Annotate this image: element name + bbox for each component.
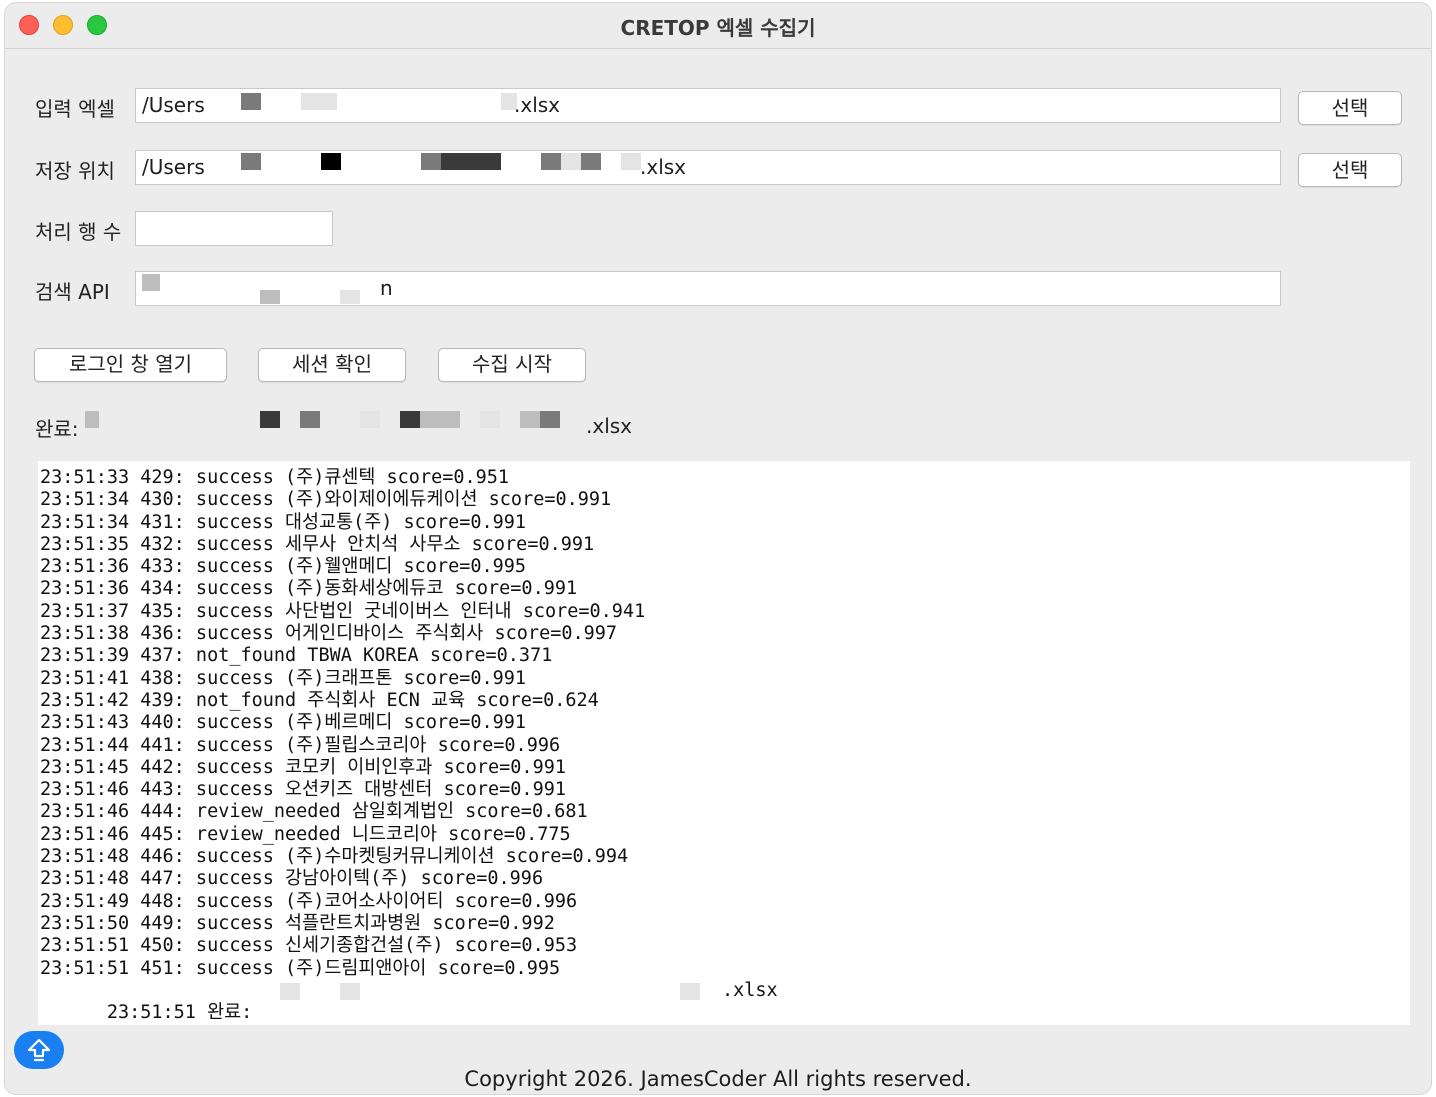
log-line: 23:51:46 443: success 오션키즈 대방센터 score=0.…	[40, 779, 566, 801]
arrow-up-icon	[27, 1038, 51, 1062]
redacted-block	[300, 411, 320, 428]
redacted-block	[241, 93, 261, 110]
log-line: 23:51:41 438: success (주)크래프톤 score=0.99…	[40, 667, 527, 689]
log-lines: 23:51:33 429: success (주)큐센텍 score=0.951…	[40, 467, 1410, 980]
redacted-block	[321, 153, 341, 170]
log-line: 23:51:38 436: success 어게인디바이스 주식회사 score…	[40, 623, 618, 645]
title-bar: CRETOP 엑셀 수집기	[5, 3, 1431, 49]
log-line: 23:51:46 445: review_needed 니드코리아 score=…	[40, 823, 571, 845]
redacted-block	[480, 411, 500, 428]
redacted-block	[420, 411, 460, 428]
status-label: 완료:	[35, 417, 79, 441]
redacted-block	[260, 290, 280, 304]
input-excel-path-end: .xlsx	[514, 93, 561, 117]
redacted-block	[540, 411, 560, 428]
log-line: 23:51:44 441: success (주)필립스코리아 score=0.…	[40, 734, 561, 756]
log-final-suffix: .xlsx	[722, 979, 778, 1001]
status-value-end: .xlsx	[586, 414, 633, 438]
log-line: 23:51:34 430: success (주)와이제이에듀케이션 score…	[40, 489, 612, 511]
log-line: 23:51:50 449: success 석플란트치과병원 score=0.9…	[40, 912, 555, 934]
redacted-block	[340, 290, 360, 304]
window-title: CRETOP 엑셀 수집기	[620, 16, 816, 40]
log-line: 23:51:51 451: success (주)드림피앤아이 score=0.…	[40, 957, 561, 979]
redacted-block	[280, 982, 300, 1000]
save-location-path-start: /Users	[142, 155, 205, 179]
search-api-value-end: n	[380, 276, 393, 300]
log-line: 23:51:36 433: success (주)웰앤메디 score=0.99…	[40, 556, 527, 578]
redacted-block	[680, 982, 700, 1000]
open-login-window-button[interactable]: 로그인 창 열기	[34, 348, 227, 382]
log-line: 23:51:39 437: not_found TBWA KOREA score…	[40, 645, 553, 667]
log-final-prefix: 23:51:51 완료:	[106, 1002, 253, 1024]
log-line: 23:51:51 450: success 신세기종합건설(주) score=0…	[40, 935, 578, 957]
save-location-field[interactable]: /Users .xlsx	[135, 150, 1281, 185]
redacted-block	[541, 153, 561, 170]
log-line: 23:51:35 432: success 세무사 안치석 사무소 score=…	[40, 533, 595, 555]
check-session-button[interactable]: 세션 확인	[258, 348, 406, 382]
save-location-path-end: .xlsx	[640, 155, 687, 179]
log-line: 23:51:48 446: success (주)수마켓팅커뮤니케이션 scor…	[40, 846, 629, 868]
input-excel-select-button[interactable]: 선택	[1298, 91, 1402, 125]
log-line: 23:51:37 435: success 사단법인 굿네이버스 인터내 sco…	[40, 600, 646, 622]
redacted-block	[301, 93, 337, 110]
redacted-block	[340, 982, 360, 1000]
redacted-block	[621, 153, 641, 170]
redacted-block	[260, 411, 280, 428]
log-line: 23:51:48 447: success 강남아이텍(주) score=0.9…	[40, 868, 544, 890]
redacted-block	[360, 411, 380, 428]
log-line: 23:51:45 442: success 코모키 이비인후과 score=0.…	[40, 756, 566, 778]
search-api-label: 검색 API	[35, 280, 110, 304]
redacted-block	[581, 153, 601, 170]
log-line: 23:51:49 448: success (주)코어소사이어티 score=0…	[40, 890, 578, 912]
redacted-block	[142, 274, 160, 291]
log-line: 23:51:36 434: success (주)동화세상에듀코 score=0…	[40, 578, 578, 600]
log-line: 23:51:34 431: success 대성교통(주) score=0.99…	[40, 511, 527, 533]
log-output[interactable]: 23:51:33 429: success (주)큐센텍 score=0.951…	[38, 461, 1410, 1025]
input-excel-path-start: /Users	[142, 93, 205, 117]
redacted-block	[85, 411, 99, 428]
save-location-select-button[interactable]: 선택	[1298, 153, 1402, 187]
footer-copyright: Copyright 2026. JamesCoder All rights re…	[464, 1067, 972, 1091]
input-excel-label: 입력 엑셀	[35, 97, 115, 121]
log-line: 23:51:33 429: success (주)큐센텍 score=0.951	[40, 467, 510, 488]
log-final-line: 23:51:51 완료: .xlsx	[40, 980, 1410, 1025]
redacted-block	[421, 153, 441, 170]
log-line: 23:51:46 444: review_needed 삼일회계법인 score…	[40, 801, 588, 823]
redacted-block	[561, 153, 581, 170]
row-count-input[interactable]	[135, 211, 333, 246]
log-line: 23:51:43 440: success (주)베르메디 score=0.99…	[40, 712, 527, 734]
input-excel-field[interactable]: /Users .xlsx	[135, 88, 1281, 123]
search-api-field[interactable]: n	[135, 271, 1281, 306]
redacted-block	[241, 153, 261, 170]
scroll-top-button[interactable]	[14, 1031, 64, 1069]
redacted-block	[400, 411, 420, 428]
start-collect-button[interactable]: 수집 시작	[438, 348, 586, 382]
redacted-block	[441, 153, 501, 170]
redacted-block	[520, 411, 540, 428]
log-line: 23:51:42 439: not_found 주식회사 ECN 교육 scor…	[40, 689, 599, 711]
save-location-label: 저장 위치	[35, 159, 115, 183]
app-window: CRETOP 엑셀 수집기 입력 엑셀 /Users .xlsx 선택 저장 위…	[4, 2, 1432, 1095]
row-count-label: 처리 행 수	[35, 220, 122, 244]
